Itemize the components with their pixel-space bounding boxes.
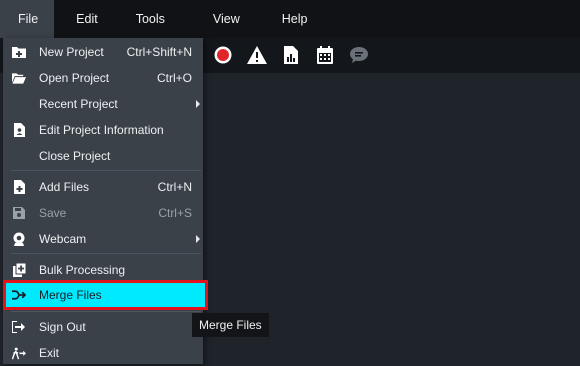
file-plus-icon (12, 180, 26, 194)
submenu-arrow-icon (196, 100, 200, 108)
menu-help[interactable]: Help (266, 0, 324, 38)
chat-icon[interactable] (348, 44, 370, 66)
menu-item-label: Webcam (39, 232, 87, 246)
menu-item-label: New Project (39, 45, 104, 59)
submenu-arrow-icon (196, 235, 200, 243)
merge-files-tooltip: Merge Files (192, 313, 269, 337)
menu-view[interactable]: View (197, 0, 256, 38)
shortcut-label: Ctrl+S (158, 206, 192, 220)
toolbar-icons (212, 44, 370, 66)
menu-item-label: Recent Project (39, 97, 118, 111)
menu-item-edit-project-information[interactable]: Edit Project Information (3, 117, 203, 143)
menu-item-label: Add Files (39, 180, 90, 194)
menu-item-label: Close Project (39, 149, 111, 163)
webcam-icon (12, 232, 26, 246)
menu-separator (11, 253, 201, 254)
menu-bar: File Edit Tools View Help (0, 0, 580, 38)
menu-item-add-files[interactable]: Add Files Ctrl+N (3, 174, 203, 200)
sign-out-icon (12, 320, 26, 334)
menu-item-label: Open Project (39, 71, 110, 85)
menu-item-label: Bulk Processing (39, 263, 126, 277)
shortcut-label: Ctrl+N (157, 180, 192, 194)
warning-icon[interactable] (246, 44, 268, 66)
folder-plus-icon (12, 45, 26, 59)
exit-walking-icon (12, 346, 26, 360)
menu-file[interactable]: File (0, 0, 55, 38)
calendar-icon[interactable] (314, 44, 336, 66)
merge-icon (12, 288, 26, 302)
save-icon (12, 206, 26, 220)
menu-item-bulk-processing[interactable]: Bulk Processing (3, 257, 203, 283)
menu-item-save[interactable]: Save Ctrl+S (3, 200, 203, 226)
menu-item-open-project[interactable]: Open Project Ctrl+O (3, 65, 203, 91)
shortcut-label: Ctrl+Shift+N (126, 45, 192, 59)
folder-open-icon (12, 71, 26, 85)
menu-item-label: Sign Out (39, 320, 86, 334)
menu-item-new-project[interactable]: New Project Ctrl+Shift+N (3, 39, 203, 65)
menu-item-label: Save (39, 206, 67, 220)
menu-separator (11, 311, 201, 312)
menu-tools[interactable]: Tools (120, 0, 181, 38)
bulk-copy-icon (12, 263, 26, 277)
menu-edit[interactable]: Edit (60, 0, 114, 38)
menu-item-label: Edit Project Information (39, 123, 164, 137)
menu-item-recent-project[interactable]: Recent Project (3, 91, 203, 117)
menu-item-close-project[interactable]: Close Project (3, 143, 203, 169)
menu-item-label: Exit (39, 346, 60, 360)
record-icon[interactable] (212, 44, 234, 66)
shortcut-label: Ctrl+O (156, 71, 192, 85)
menu-item-exit[interactable]: Exit (3, 340, 203, 366)
file-menu-dropdown: New Project Ctrl+Shift+N Open Project Ct… (3, 38, 208, 366)
user-document-icon (12, 123, 26, 137)
menu-separator (11, 170, 201, 171)
menu-item-webcam[interactable]: Webcam (3, 226, 203, 252)
menu-item-label: Merge Files (39, 288, 102, 302)
menu-item-sign-out[interactable]: Sign Out (3, 314, 203, 340)
menu-item-merge-files[interactable]: Merge Files (3, 280, 208, 310)
report-icon[interactable] (280, 44, 302, 66)
